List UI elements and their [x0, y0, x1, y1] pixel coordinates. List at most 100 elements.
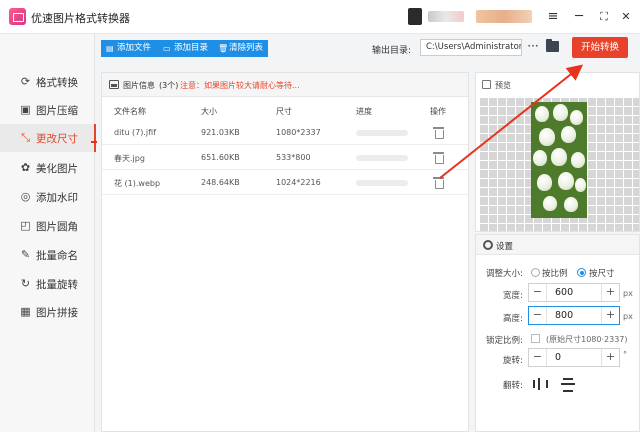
delete-icon[interactable] [433, 127, 444, 139]
wait-notice: 注意：如果图片较大请耐心等待... [180, 81, 300, 90]
file-size: 248.64KB [201, 178, 240, 187]
rotate-stepper[interactable]: − 0 + [528, 348, 620, 367]
lock-ratio-checkbox[interactable] [531, 334, 540, 343]
sidebar-item-resize[interactable]: ⤡ 更改尺寸 [0, 124, 96, 152]
sidebar-item-label: 格式转换 [36, 77, 78, 89]
sidebar-item-watermark[interactable]: ◎ 添加水印 [0, 183, 95, 211]
output-dir-label: 输出目录: [372, 46, 412, 56]
sidebar-item-label: 图片圆角 [36, 221, 78, 233]
trash-icon: 🗑 [218, 44, 229, 53]
file-dimensions: 1080*2337 [276, 128, 321, 137]
image-icon [109, 80, 119, 89]
rotate-increment-button[interactable]: + [601, 349, 619, 366]
width-stepper[interactable]: − 600 + [528, 283, 620, 302]
rotate-icon: ↻ [20, 277, 31, 290]
column-header-progress: 进度 [356, 107, 372, 116]
maximize-button[interactable]: ⛶ [594, 7, 614, 27]
column-header-name: 文件名称 [114, 107, 146, 116]
sidebar-item-label: 图片拼接 [36, 307, 78, 319]
original-size-text: (原始尺寸1080·2337) [546, 335, 628, 344]
sidebar-item-label: 美化图片 [36, 163, 78, 175]
rename-icon: ✎ [20, 248, 31, 261]
settings-header: 设置 [476, 235, 639, 255]
minimize-button[interactable]: ─ [569, 7, 589, 27]
user-info-blurred [428, 11, 464, 22]
height-decrement-button[interactable]: − [529, 307, 547, 324]
progress-bar [356, 155, 408, 161]
flip-vertical-icon[interactable] [533, 378, 548, 390]
radio-by-ratio[interactable] [531, 268, 540, 277]
column-header-action: 操作 [430, 107, 446, 116]
flip-horizontal-icon[interactable] [561, 378, 575, 392]
sidebar-item-label: 批量命名 [36, 250, 78, 262]
menu-icon[interactable]: ≡ [543, 7, 563, 27]
rotate-label: 旋转: [503, 356, 523, 366]
column-header-size: 大小 [201, 107, 217, 116]
gear-icon [483, 240, 493, 250]
by-ratio-label[interactable]: 按比例 [542, 267, 568, 279]
sidebar-item-format-convert[interactable]: ⟳ 格式转换 [0, 68, 95, 96]
add-folder-button[interactable]: ▭ 添加目录 [158, 40, 213, 57]
height-unit: px [623, 312, 633, 321]
app-logo-icon [9, 8, 26, 25]
add-file-button[interactable]: ▤ 添加文件 [101, 40, 158, 57]
start-convert-button[interactable]: 开始转换 [572, 37, 628, 58]
height-increment-button[interactable]: + [601, 307, 619, 324]
close-button[interactable]: ✕ [616, 7, 636, 27]
folder-icon: ▭ [163, 44, 171, 53]
rotate-unit: ° [623, 350, 627, 359]
by-size-label[interactable]: 按尺寸 [589, 267, 615, 279]
user-avatar[interactable] [408, 8, 422, 25]
vip-badge-blurred[interactable] [476, 10, 532, 23]
sidebar-item-collage[interactable]: ▦ 图片拼接 [0, 298, 95, 326]
compress-icon: ▣ [20, 103, 31, 116]
lock-ratio-label: 锁定比例: [486, 336, 523, 346]
title-bar: 优速图片格式转换器 ≡ ─ ⛶ ✕ [0, 0, 640, 34]
preview-title: 预览 [495, 81, 511, 90]
sidebar: ⟳ 格式转换 ▣ 图片压缩 ⤡ 更改尺寸 ✿ 美化图片 ◎ 添加水印 ◰ 图片圆… [0, 34, 96, 432]
table-row[interactable]: ditu (7).jfif 921.03KB 1080*2337 [102, 120, 468, 145]
clear-list-button[interactable]: 🗑 清除列表 [213, 40, 268, 57]
sidebar-item-label: 更改尺寸 [36, 133, 78, 145]
width-decrement-button[interactable]: − [529, 284, 547, 301]
sidebar-item-round-corner[interactable]: ◰ 图片圆角 [0, 212, 95, 240]
file-dimensions: 533*800 [276, 153, 311, 162]
delete-icon[interactable] [433, 177, 444, 189]
radio-by-size[interactable] [577, 268, 586, 277]
open-folder-icon[interactable] [546, 39, 559, 52]
settings-title: 设置 [496, 242, 514, 252]
sidebar-item-label: 添加水印 [36, 192, 78, 204]
height-input[interactable]: 800 [555, 310, 573, 321]
sidebar-item-batch-rename[interactable]: ✎ 批量命名 [0, 241, 95, 269]
browse-more-icon[interactable]: ··· [524, 39, 542, 56]
sidebar-item-label: 批量旋转 [36, 279, 78, 291]
sidebar-item-batch-rotate[interactable]: ↻ 批量旋转 [0, 270, 95, 298]
watermark-icon: ◎ [20, 190, 31, 203]
flip-label: 翻转: [503, 381, 523, 391]
sidebar-item-beautify[interactable]: ✿ 美化图片 [0, 154, 95, 182]
table-row[interactable]: 花 (1).webp 248.64KB 1024*2216 [102, 170, 468, 195]
rotate-decrement-button[interactable]: − [529, 349, 547, 366]
preview-icon [482, 80, 491, 89]
collage-icon: ▦ [20, 305, 31, 318]
width-increment-button[interactable]: + [601, 284, 619, 301]
delete-icon[interactable] [433, 152, 444, 164]
file-list-panel: 图片信息 (3个) 注意：如果图片较大请耐心等待... 文件名称 大小 尺寸 进… [101, 72, 469, 432]
round-corner-icon: ◰ [20, 219, 31, 232]
sidebar-item-compress[interactable]: ▣ 图片压缩 [0, 96, 95, 124]
output-path-field[interactable]: C:\Users\Administrator\ [420, 39, 522, 56]
width-label: 宽度: [503, 291, 523, 301]
width-input[interactable]: 600 [555, 287, 573, 298]
preview-image [531, 102, 587, 218]
file-count: (3个) [159, 81, 179, 90]
height-label: 高度: [503, 314, 523, 324]
file-panel-title: 图片信息 [123, 81, 155, 90]
file-panel-header: 图片信息 (3个) 注意：如果图片较大请耐心等待... [102, 73, 468, 97]
table-row[interactable]: 春天.jpg 651.60KB 533*800 [102, 145, 468, 170]
file-size: 921.03KB [201, 128, 240, 137]
rotate-input[interactable]: 0 [555, 352, 561, 363]
progress-bar [356, 180, 408, 186]
file-name: 春天.jpg [114, 154, 145, 163]
height-stepper[interactable]: − 800 + [528, 306, 620, 325]
refresh-icon: ⟳ [20, 75, 31, 88]
